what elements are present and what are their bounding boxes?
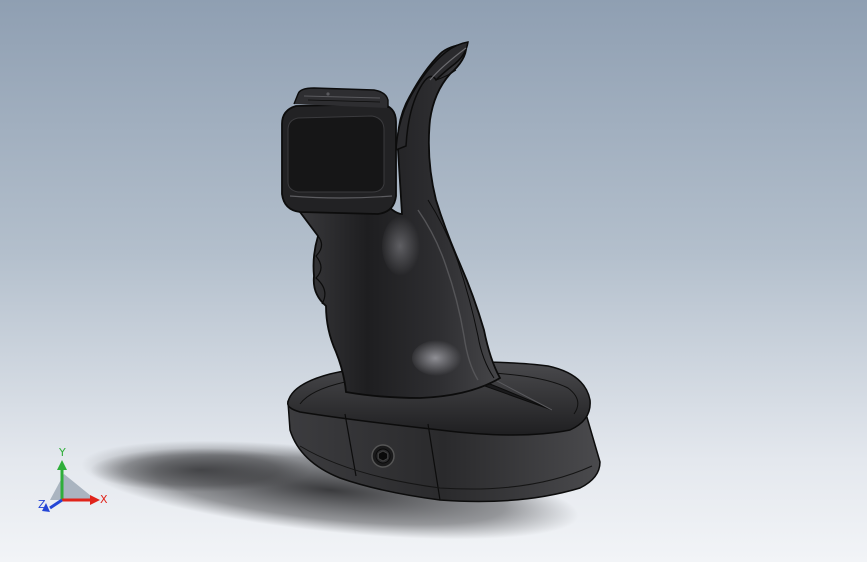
top-cap-face: [287, 115, 385, 193]
triad-shadow: [50, 474, 96, 500]
z-axis: [49, 498, 63, 510]
graphics-viewport[interactable]: Y X Z: [0, 0, 867, 562]
palm-highlight: [412, 340, 464, 376]
hex-screw-icon: [371, 444, 395, 468]
grip-model[interactable]: [281, 41, 601, 503]
z-axis-label: Z: [38, 498, 46, 511]
x-axis-label: X: [100, 493, 108, 506]
y-axis-label: Y: [58, 446, 66, 459]
